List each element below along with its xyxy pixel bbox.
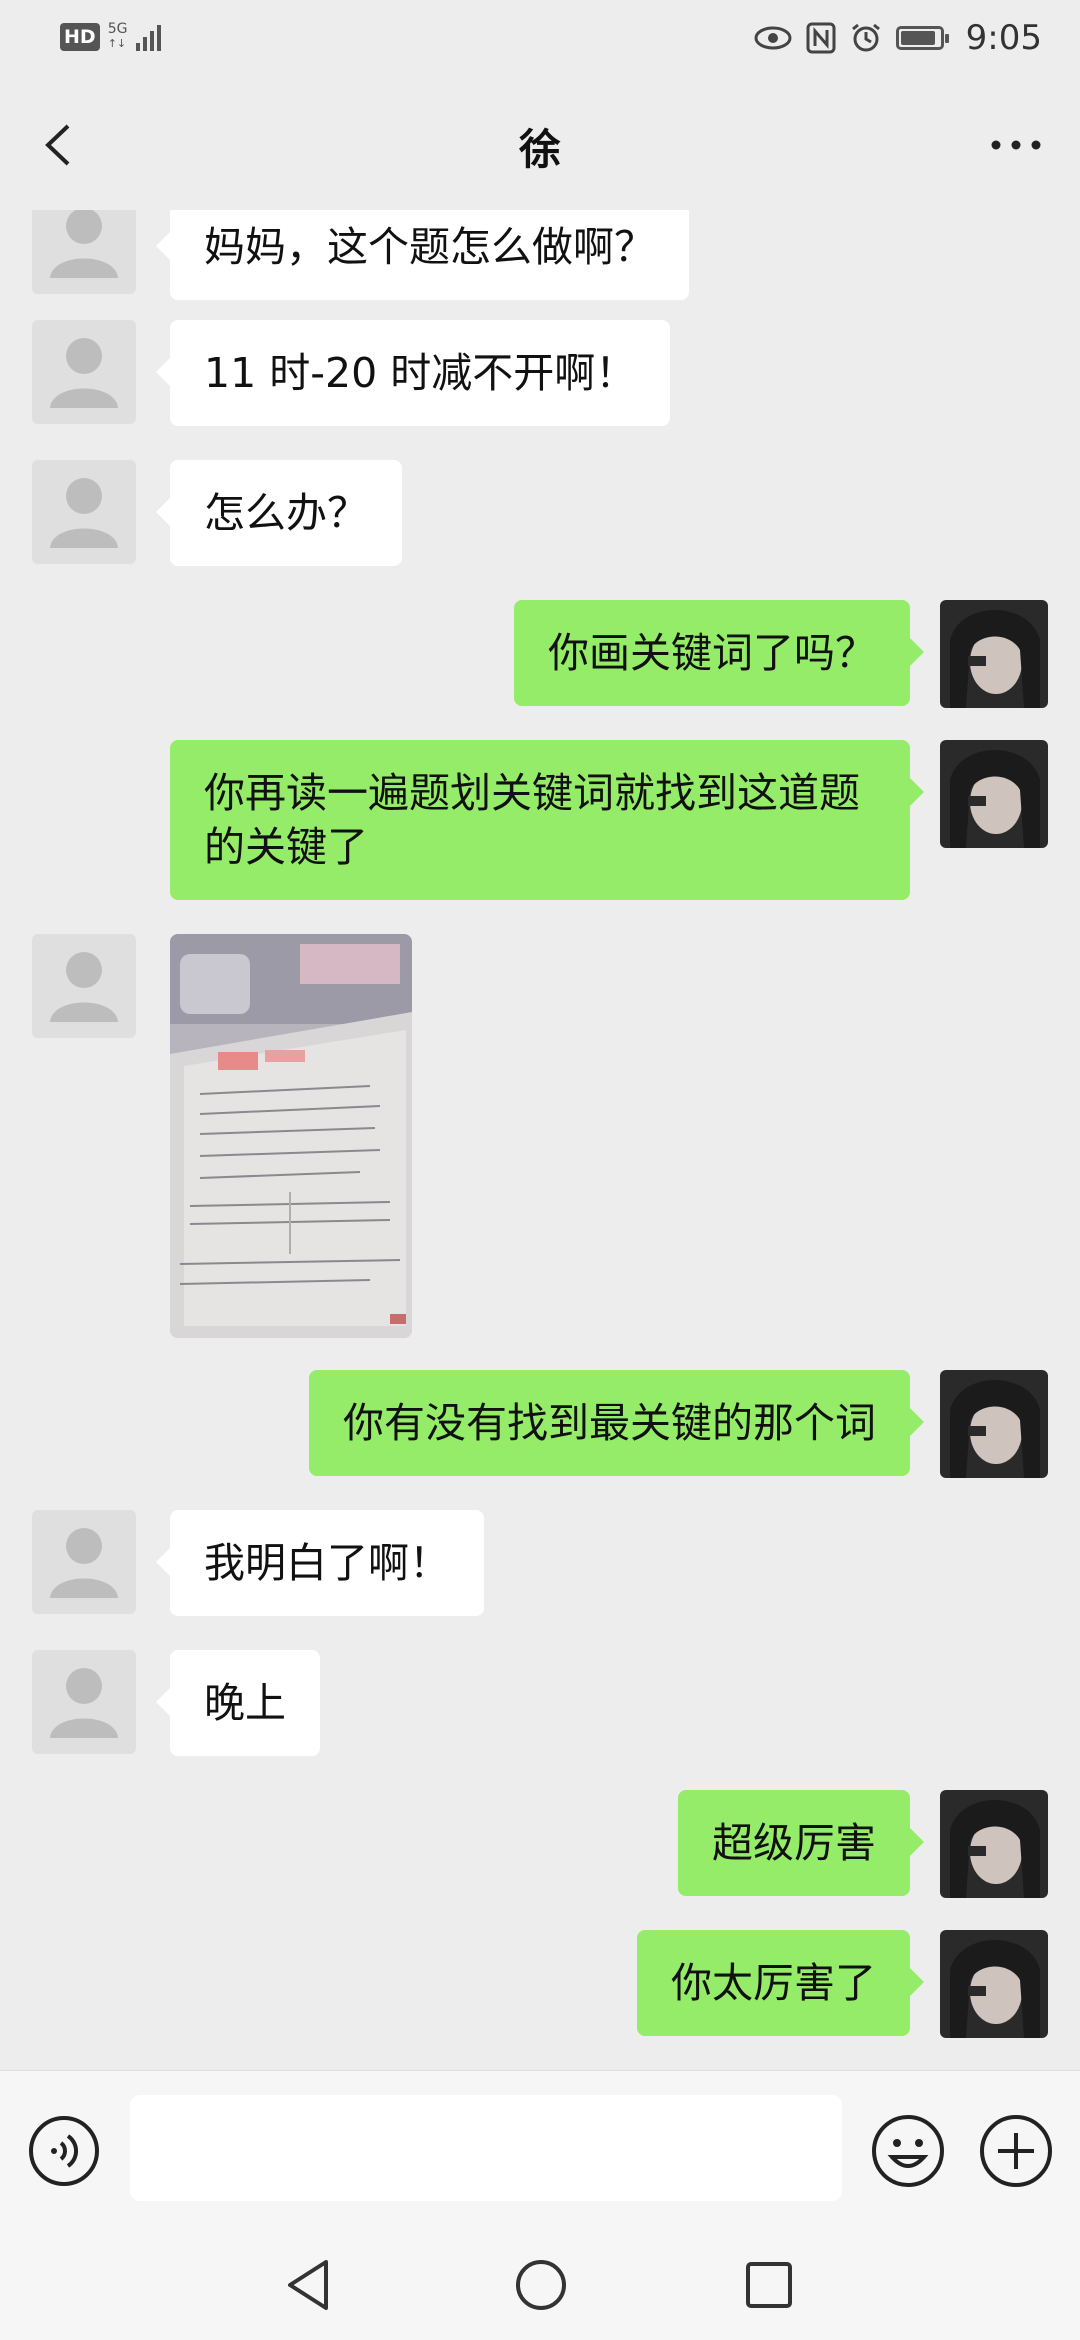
- shared-photo[interactable]: [170, 934, 412, 1338]
- status-left: HD 5G ↑↓: [60, 22, 161, 51]
- status-bar: HD 5G ↑↓ 9:05: [0, 0, 1080, 80]
- chat-title: 徐: [518, 125, 561, 174]
- message-bubble[interactable]: 妈妈，这个题怎么做啊？: [156, 210, 689, 300]
- user-photo-avatar: [940, 1930, 1048, 2038]
- contact-avatar[interactable]: [32, 1650, 136, 1754]
- person-placeholder-icon: [50, 1528, 118, 1598]
- contact-avatar[interactable]: [32, 210, 136, 294]
- nav-home-icon[interactable]: [514, 2258, 568, 2312]
- message-input[interactable]: [130, 2095, 842, 2201]
- contact-avatar[interactable]: [32, 460, 136, 564]
- nfc-icon: [806, 22, 836, 54]
- message-bubble[interactable]: 超级厉害: [678, 1790, 924, 1896]
- person-placeholder-icon: [50, 210, 118, 278]
- signal-icon: [135, 23, 161, 51]
- status-right: 9:05: [754, 18, 1042, 58]
- network-type: 5G: [107, 21, 128, 37]
- user-avatar[interactable]: [940, 600, 1048, 708]
- chat-header: 徐: [0, 80, 1080, 210]
- plus-circle-icon[interactable]: [978, 2113, 1054, 2189]
- message-bubble[interactable]: 你有没有找到最关键的那个词: [309, 1370, 924, 1476]
- message-bubble[interactable]: 你太厉害了: [637, 1930, 924, 2036]
- nav-recent-icon[interactable]: [744, 2260, 794, 2310]
- user-avatar[interactable]: [940, 1930, 1048, 2038]
- user-avatar[interactable]: [940, 740, 1048, 848]
- message-bubble[interactable]: 你画关键词了吗？: [514, 600, 924, 706]
- person-placeholder-icon: [50, 1668, 118, 1738]
- contact-avatar[interactable]: [32, 1510, 136, 1614]
- network-activity: ↑↓: [107, 37, 127, 50]
- contact-avatar[interactable]: [32, 934, 136, 1038]
- contact-avatar[interactable]: [32, 320, 136, 424]
- message-bubble[interactable]: 你再读一遍题划关键词就找到这道题的关键了: [170, 740, 924, 900]
- message-bubble[interactable]: 怎么办？: [156, 460, 402, 566]
- person-placeholder-icon: [50, 478, 118, 548]
- eye-icon: [754, 26, 792, 50]
- message-bubble[interactable]: 晚上: [156, 1650, 320, 1756]
- input-bar: [0, 2070, 1080, 2231]
- message-list[interactable]: 妈妈，这个题怎么做啊？ 11 时-20 时减不开啊！ 怎么办？ 你画关键词了吗？…: [0, 210, 1080, 2070]
- person-placeholder-icon: [50, 338, 118, 408]
- alarm-icon: [851, 23, 880, 52]
- clock: 9:05: [965, 18, 1042, 58]
- user-photo-avatar: [940, 1790, 1048, 1898]
- battery-level: [900, 31, 935, 45]
- battery-icon: [895, 26, 949, 50]
- system-nav-bar: [0, 2230, 1080, 2340]
- user-photo-avatar: [940, 600, 1048, 708]
- homework-photo-image: [170, 934, 412, 1338]
- emoji-icon[interactable]: [870, 2113, 946, 2189]
- user-avatar[interactable]: [940, 1370, 1048, 1478]
- network-indicator: 5G ↑↓: [108, 22, 128, 51]
- user-photo-avatar: [940, 1370, 1048, 1478]
- message-bubble[interactable]: 我明白了啊！: [156, 1510, 484, 1616]
- user-avatar[interactable]: [940, 1790, 1048, 1898]
- voice-icon[interactable]: [28, 2115, 100, 2187]
- nav-back-icon[interactable]: [284, 2258, 334, 2312]
- message-bubble[interactable]: 11 时-20 时减不开啊！: [155, 320, 671, 426]
- more-dots-icon[interactable]: [988, 125, 1044, 165]
- hd-badge: HD: [60, 22, 100, 51]
- person-placeholder-icon: [50, 952, 118, 1022]
- user-photo-avatar: [940, 740, 1048, 848]
